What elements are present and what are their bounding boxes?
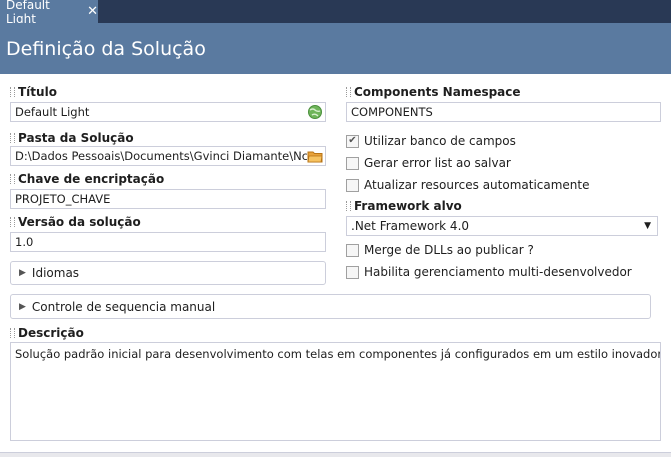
pasta-value: D:\Dados Pessoais\Documents\Gvinci Diama… xyxy=(15,149,309,163)
chave-field[interactable]: PROJETO_CHAVE xyxy=(10,189,326,209)
controle-label: Controle de sequencia manual xyxy=(31,299,216,314)
chave-label: Chave de encriptação xyxy=(10,172,164,186)
framework-selected: .Net Framework 4.0 xyxy=(351,219,470,233)
descricao-textarea[interactable]: Solução padrão inicial para desenvolvime… xyxy=(10,342,661,441)
namespace-value: COMPONENTS xyxy=(351,105,433,119)
titulo-field[interactable]: Default Light xyxy=(10,102,326,122)
document-tab[interactable]: Default Light ✕ xyxy=(0,0,98,26)
checkbox-label: Gerar error list ao salvar xyxy=(364,156,511,170)
checkbox-box xyxy=(346,178,359,192)
pasta-field[interactable]: D:\Dados Pessoais\Documents\Gvinci Diama… xyxy=(10,146,326,166)
idiomas-expander[interactable]: ▶ Idiomas xyxy=(10,261,326,285)
titulo-value: Default Light xyxy=(15,105,90,119)
checkbox-box xyxy=(346,265,359,279)
titulo-label: Título xyxy=(10,85,57,99)
chave-value: PROJETO_CHAVE xyxy=(15,192,111,206)
multi-desenvolvedor-checkbox[interactable]: Habilita gerenciamento multi-desenvolved… xyxy=(346,265,632,279)
page-title: Definição da Solução xyxy=(6,37,206,60)
namespace-field[interactable]: COMPONENTS xyxy=(346,102,661,122)
checkbox-label: Habilita gerenciamento multi-desenvolved… xyxy=(364,265,632,279)
atualizar-resources-checkbox[interactable]: Atualizar resources automaticamente xyxy=(346,178,590,192)
close-icon[interactable]: ✕ xyxy=(87,4,98,19)
globe-icon[interactable] xyxy=(307,104,323,120)
document-tab-title: Default Light xyxy=(6,0,50,26)
descricao-value: Solução padrão inicial para desenvolvime… xyxy=(15,347,661,361)
pasta-label: Pasta da Solução xyxy=(10,131,134,145)
namespace-label: Components Namespace xyxy=(346,85,521,99)
descricao-label: Descrição xyxy=(10,326,84,340)
idiomas-label: Idiomas xyxy=(31,266,80,280)
checkbox-box xyxy=(346,243,359,257)
document-tab-strip xyxy=(0,0,671,23)
checkbox-box xyxy=(346,156,359,170)
folder-icon[interactable] xyxy=(307,148,323,164)
merge-dlls-checkbox[interactable]: Merge de DLLs ao publicar ? xyxy=(346,243,534,257)
expand-arrow-icon: ▶ xyxy=(19,301,26,312)
checkbox-label: Atualizar resources automaticamente xyxy=(364,178,590,192)
dropdown-arrow-icon: ▼ xyxy=(644,221,651,231)
checkbox-label: Merge de DLLs ao publicar ? xyxy=(364,243,534,257)
page-header: Definição da Solução xyxy=(0,23,671,74)
controle-sequencia-expander[interactable]: ▶ Controle de sequencia manual xyxy=(10,294,651,319)
framework-select[interactable]: .Net Framework 4.0 ▼ xyxy=(346,216,658,236)
gerar-error-list-checkbox[interactable]: Gerar error list ao salvar xyxy=(346,156,511,170)
utilizar-banco-checkbox[interactable]: ✔ Utilizar banco de campos xyxy=(346,134,516,148)
bottom-edge xyxy=(0,452,671,457)
versao-field[interactable]: 1.0 xyxy=(10,232,326,252)
framework-label: Framework alvo xyxy=(346,199,462,213)
versao-value: 1.0 xyxy=(15,235,34,249)
expand-arrow-icon: ▶ xyxy=(19,268,26,278)
checkbox-label: Utilizar banco de campos xyxy=(364,134,516,148)
checkbox-box: ✔ xyxy=(346,134,359,148)
versao-label: Versão da solução xyxy=(10,215,141,229)
